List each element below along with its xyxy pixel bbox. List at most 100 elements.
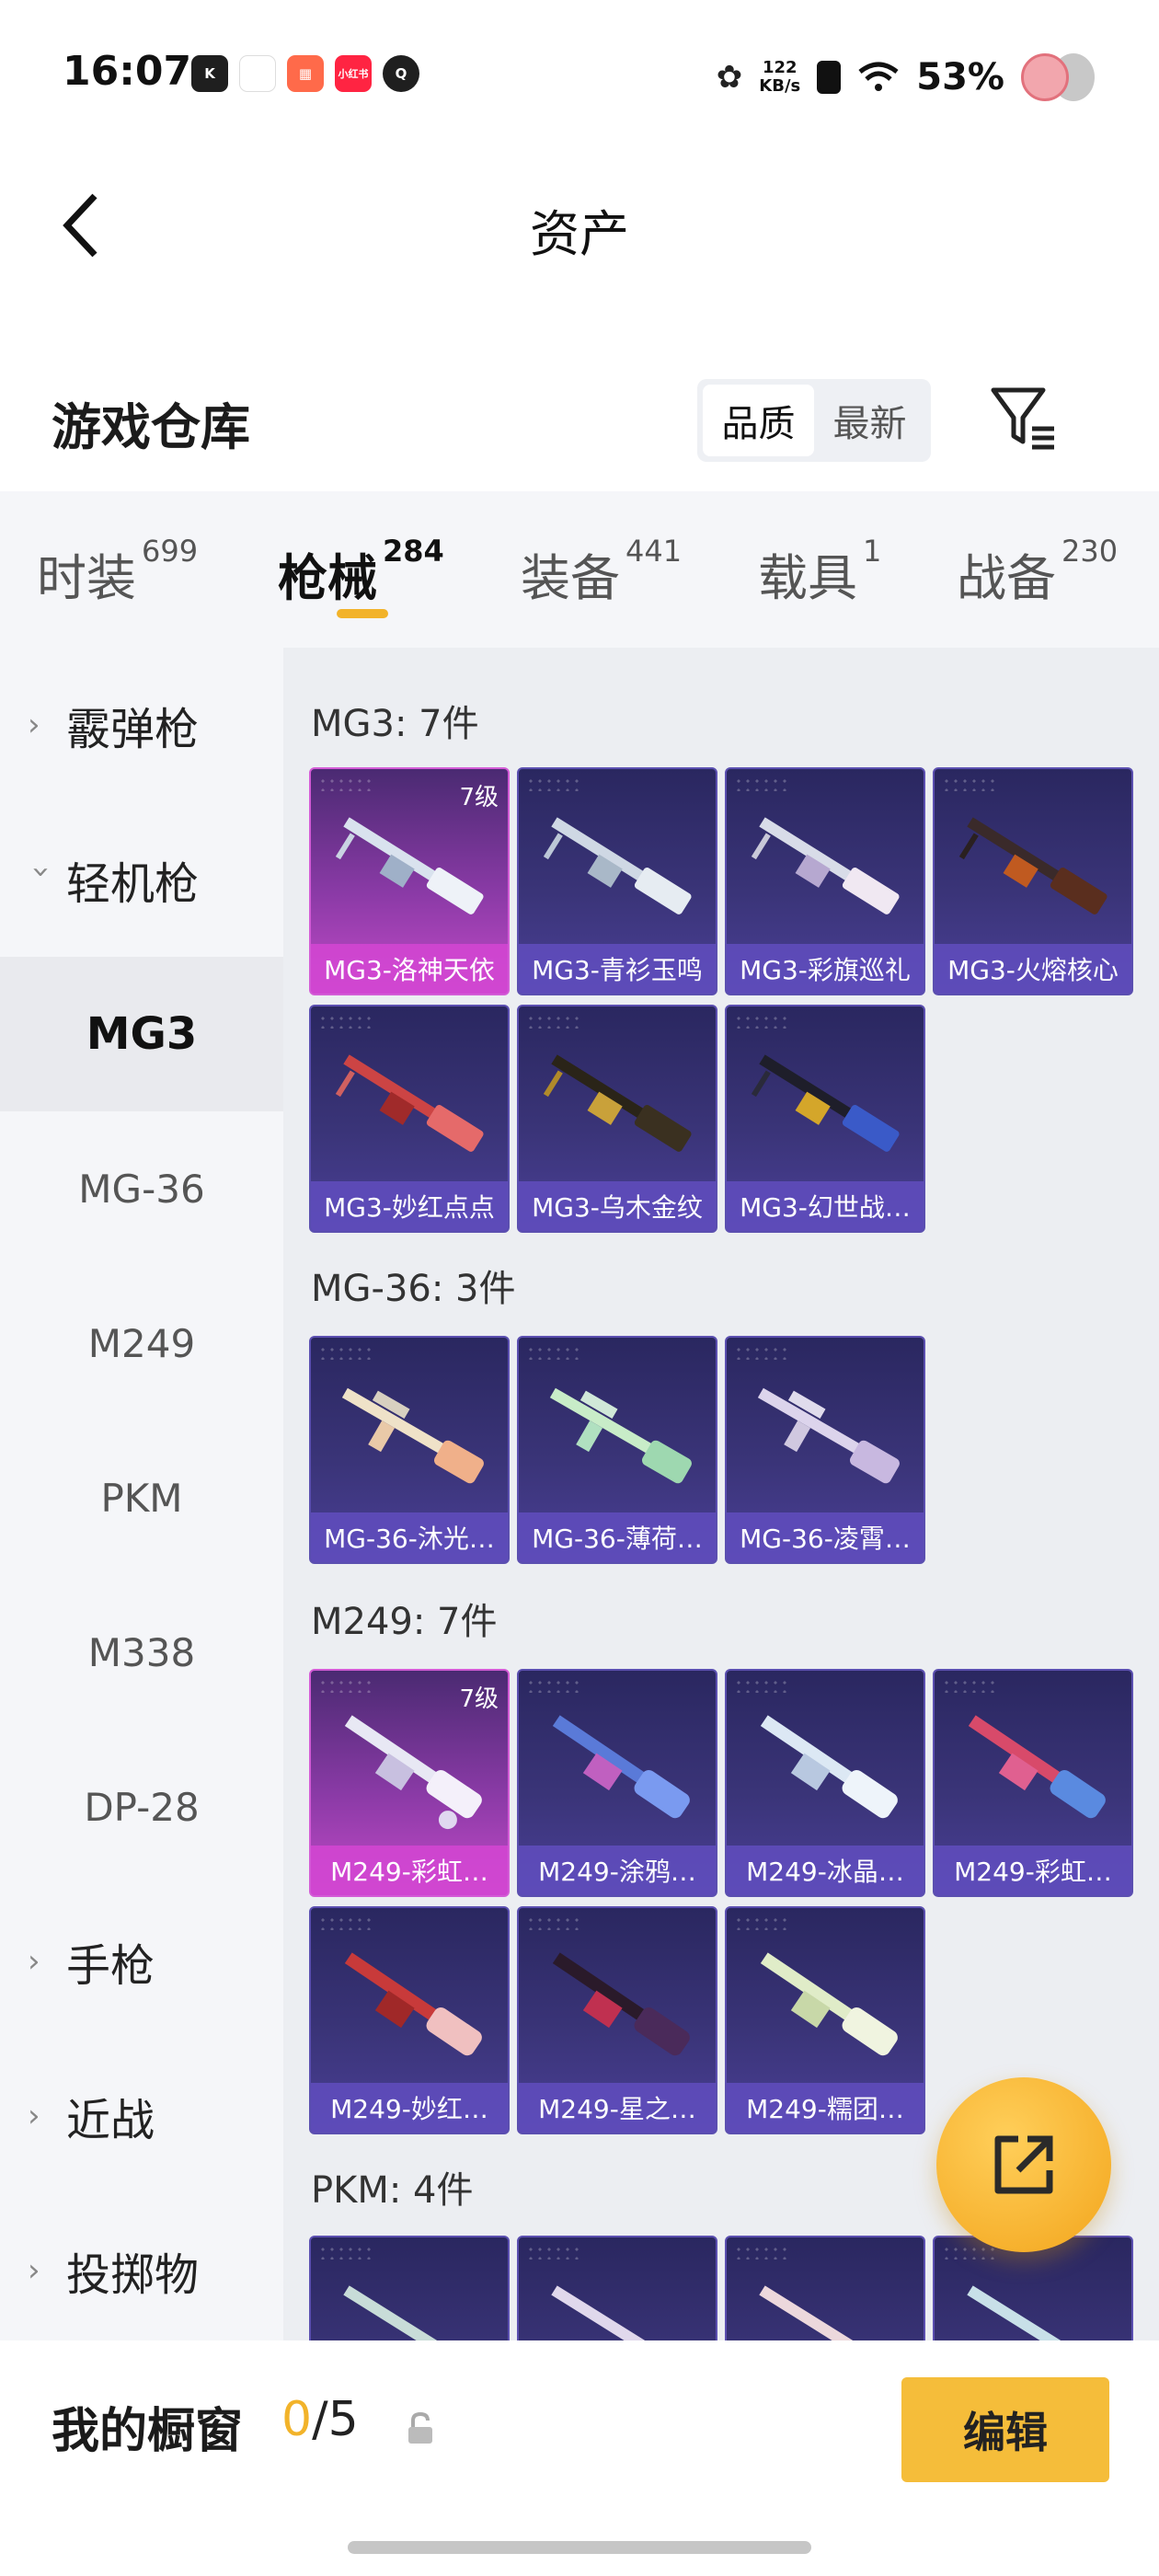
- weapon-name: MG3-妙红点点: [311, 1181, 508, 1231]
- weapon-card[interactable]: [517, 2236, 717, 2340]
- lmg-icon: [543, 817, 692, 914]
- weapon-name: MG3-洛神天依: [311, 944, 508, 994]
- wifi-icon: [858, 62, 899, 91]
- xiaohongshu-icon: 小红书: [335, 55, 372, 92]
- sidebar-item-m338[interactable]: M338: [0, 1575, 283, 1730]
- weapon-card[interactable]: M249-妙红…: [309, 1906, 510, 2134]
- weapon-card[interactable]: M249-冰晶…: [725, 1669, 925, 1897]
- sidebar-item-pistol[interactable]: › 手枪: [0, 1884, 283, 2039]
- group-title-pkm: PKM: 4件: [311, 2169, 474, 2212]
- lmg-icon: [967, 2285, 1067, 2340]
- status-bar: 16:07 K ▦ 小红书 Q ✿ 122 KB/s 53%: [0, 0, 1159, 147]
- weapon-card[interactable]: [725, 2236, 925, 2340]
- network-speed: 122 KB/s: [759, 58, 801, 96]
- sidebar-item-mg36[interactable]: MG-36: [0, 1111, 283, 1266]
- chevron-down-icon: ›: [23, 866, 60, 879]
- chevron-right-icon: ›: [28, 707, 40, 743]
- tab-tactical[interactable]: 战备 230: [957, 534, 1118, 610]
- weapon-card[interactable]: 7级 M249-彩虹…: [309, 1669, 510, 1897]
- category-tabs: 时装 699 枪械 284 装备 441 载具 1 战备 230: [0, 491, 1159, 648]
- group-title-mg36: MG-36: 3件: [311, 1268, 516, 1310]
- edit-button[interactable]: 编辑: [901, 2377, 1109, 2482]
- lock-icon: [408, 2411, 432, 2444]
- lmg-icon: [760, 1715, 898, 1819]
- group-title-m249: M249: 7件: [311, 1601, 498, 1643]
- lmg-icon: [551, 2285, 651, 2340]
- group-title-mg3: MG3: 7件: [311, 703, 479, 745]
- tab-fashion[interactable]: 时装 699: [37, 534, 198, 610]
- weapon-card[interactable]: MG3-青衫玉鸣: [517, 767, 717, 995]
- lmg-icon: [344, 1715, 482, 1830]
- lmg-icon: [552, 1952, 690, 2056]
- sidebar-item-melee[interactable]: › 近战: [0, 2039, 283, 2193]
- weapon-card[interactable]: MG3-彩旗巡礼: [725, 767, 925, 995]
- calendar-icon: [239, 55, 276, 92]
- lmg-icon: [759, 2285, 859, 2340]
- weapon-card[interactable]: MG3-妙红点点: [309, 1005, 510, 1233]
- lmg-icon: [335, 817, 484, 914]
- weapon-name: MG-36-凌霄…: [727, 1512, 924, 1562]
- active-tab-indicator: [337, 609, 388, 618]
- weapon-name: MG3-彩旗巡礼: [727, 944, 924, 994]
- filter-icon: [991, 387, 1054, 450]
- battery-level: 53%: [916, 56, 1004, 98]
- weapon-name: MG3-青衫玉鸣: [519, 944, 716, 994]
- weapon-card[interactable]: MG-36-凌霄…: [725, 1336, 925, 1564]
- lmg-icon: [343, 2285, 443, 2340]
- app-grid-icon: ▦: [287, 55, 324, 92]
- chevron-right-icon: ›: [28, 1943, 40, 1980]
- sidebar-item-pkm[interactable]: PKM: [0, 1420, 283, 1575]
- sidebar-item-m249[interactable]: M249: [0, 1266, 283, 1420]
- showcase-bar: 我的橱窗 0/5 编辑: [0, 2340, 1159, 2576]
- lmg-icon: [344, 1952, 482, 2056]
- weapon-card[interactable]: [309, 2236, 510, 2340]
- sidebar-item-throwable[interactable]: › 投掷物: [0, 2193, 283, 2348]
- warehouse-row: 游戏仓库 品质 最新: [0, 350, 1159, 488]
- weapon-name: M249-彩虹…: [935, 1846, 1131, 1895]
- tab-firearms[interactable]: 枪械 284: [278, 534, 444, 610]
- weapon-card[interactable]: MG-36-沐光…: [309, 1336, 510, 1564]
- filter-button[interactable]: [986, 381, 1060, 454]
- weapon-card[interactable]: M249-糯团…: [725, 1906, 925, 2134]
- sidebar-item-mg3[interactable]: MG3: [0, 957, 283, 1111]
- lmg-icon: [552, 1715, 690, 1819]
- warehouse-title: 游戏仓库: [52, 398, 250, 456]
- weapon-card[interactable]: 7级 MG3-洛神天依: [309, 767, 510, 995]
- weapon-name: MG-36-沐光…: [311, 1512, 508, 1562]
- status-time: 16:07: [63, 48, 192, 95]
- weapon-name: M249-涂鸦…: [519, 1846, 716, 1895]
- rifle-icon: [549, 1387, 692, 1484]
- weapon-card[interactable]: MG3-火熔核心: [933, 767, 1133, 995]
- sidebar-item-dp28[interactable]: DP-28: [0, 1730, 283, 1884]
- share-button[interactable]: [936, 2077, 1111, 2252]
- weapon-name: M249-彩虹…: [311, 1846, 508, 1895]
- weapon-card[interactable]: MG-36-薄荷…: [517, 1336, 717, 1564]
- sort-newest-button[interactable]: 最新: [814, 385, 925, 456]
- sidebar-item-shotgun[interactable]: › 霰弹枪: [0, 648, 283, 802]
- showcase-count: 0/5: [281, 2392, 359, 2447]
- lmg-icon: [968, 1715, 1106, 1819]
- sort-toggle: 品质 最新: [697, 379, 931, 462]
- lmg-icon: [760, 1952, 898, 2056]
- sort-quality-button[interactable]: 品质: [703, 385, 814, 456]
- weapon-card[interactable]: MG3-幻世战…: [725, 1005, 925, 1233]
- weapon-sidebar: › 霰弹枪 › 轻机枪 MG3 MG-36 M249 PKM M338 DP-2…: [0, 648, 283, 2340]
- lmg-icon: [543, 1054, 692, 1152]
- page-title: 资产: [530, 205, 629, 263]
- sim-off-icon: [817, 61, 842, 94]
- lmg-icon: [958, 817, 1107, 914]
- avatar[interactable]: [1021, 50, 1096, 105]
- status-app-icons: K ▦ 小红书 Q: [191, 55, 419, 92]
- weapon-name: MG3-幻世战…: [727, 1181, 924, 1231]
- weapon-card[interactable]: M249-星之…: [517, 1906, 717, 2134]
- weapon-card[interactable]: MG3-乌木金纹: [517, 1005, 717, 1233]
- weapon-name: M249-妙红…: [311, 2083, 508, 2133]
- weapon-card[interactable]: M249-涂鸦…: [517, 1669, 717, 1897]
- sidebar-item-lmg[interactable]: › 轻机枪: [0, 802, 283, 957]
- rifle-icon: [757, 1387, 900, 1484]
- tab-equipment[interactable]: 装备 441: [521, 534, 682, 610]
- weapon-card[interactable]: M249-彩虹…: [933, 1669, 1133, 1897]
- weapon-name: M249-星之…: [519, 2083, 716, 2133]
- home-indicator: [348, 2541, 811, 2554]
- tab-vehicles[interactable]: 载具 1: [758, 534, 881, 610]
